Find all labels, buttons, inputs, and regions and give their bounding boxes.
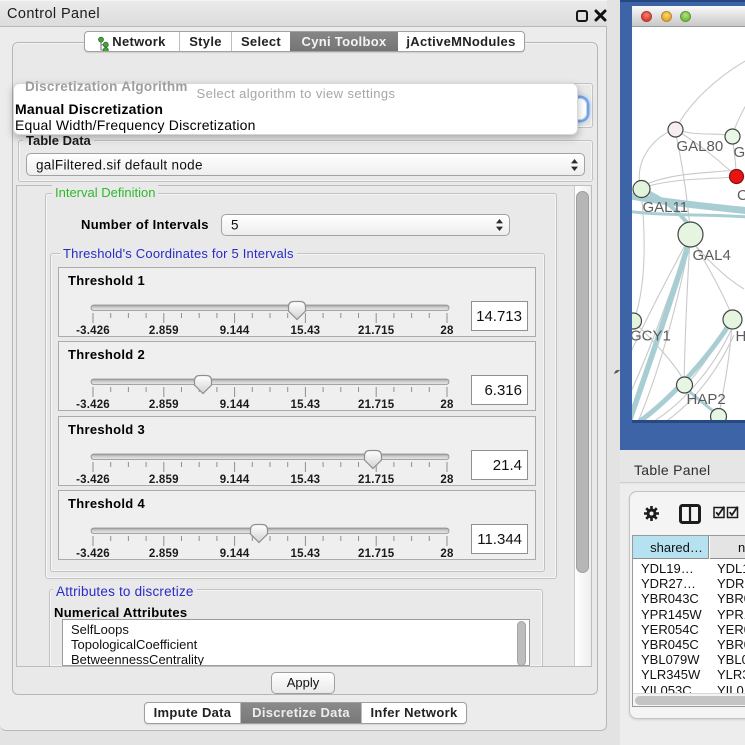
svg-text:9.144: 9.144 xyxy=(220,325,250,337)
svg-text:21.715: 21.715 xyxy=(358,548,395,560)
svg-text:GAL4: GAL4 xyxy=(693,247,731,264)
svg-text:2.859: 2.859 xyxy=(149,474,179,486)
svg-text:-3.426: -3.426 xyxy=(76,399,110,411)
svg-text:28: 28 xyxy=(440,325,454,337)
svg-text:2.859: 2.859 xyxy=(149,548,179,560)
svg-text:15.43: 15.43 xyxy=(291,548,321,560)
svg-text:28: 28 xyxy=(440,548,454,560)
svg-text:GAL11: GAL11 xyxy=(643,199,689,216)
svg-text:15.43: 15.43 xyxy=(291,399,321,411)
svg-text:GCY1: GCY1 xyxy=(632,328,671,345)
svg-text:21.715: 21.715 xyxy=(358,399,395,411)
svg-text:28: 28 xyxy=(440,474,454,486)
svg-text:21.715: 21.715 xyxy=(358,474,395,486)
svg-text:GAL4: GAL4 xyxy=(734,144,745,161)
svg-text:9.144: 9.144 xyxy=(220,399,250,411)
svg-text:9.144: 9.144 xyxy=(220,474,250,486)
svg-text:HAP4: HAP4 xyxy=(736,328,745,345)
svg-text:2.859: 2.859 xyxy=(149,325,179,337)
svg-text:28: 28 xyxy=(440,399,454,411)
svg-text:2.859: 2.859 xyxy=(149,399,179,411)
svg-text:-3.426: -3.426 xyxy=(76,548,110,560)
svg-text:CRP1: CRP1 xyxy=(737,187,745,204)
svg-text:15.43: 15.43 xyxy=(291,325,321,337)
svg-text:9.144: 9.144 xyxy=(220,548,250,560)
svg-text:-3.426: -3.426 xyxy=(76,474,110,486)
svg-text:GAL80: GAL80 xyxy=(677,138,724,155)
svg-text:21.715: 21.715 xyxy=(358,325,395,337)
svg-text:HAP2: HAP2 xyxy=(687,391,726,408)
svg-text:-3.426: -3.426 xyxy=(76,325,110,337)
svg-text:15.43: 15.43 xyxy=(291,474,321,486)
